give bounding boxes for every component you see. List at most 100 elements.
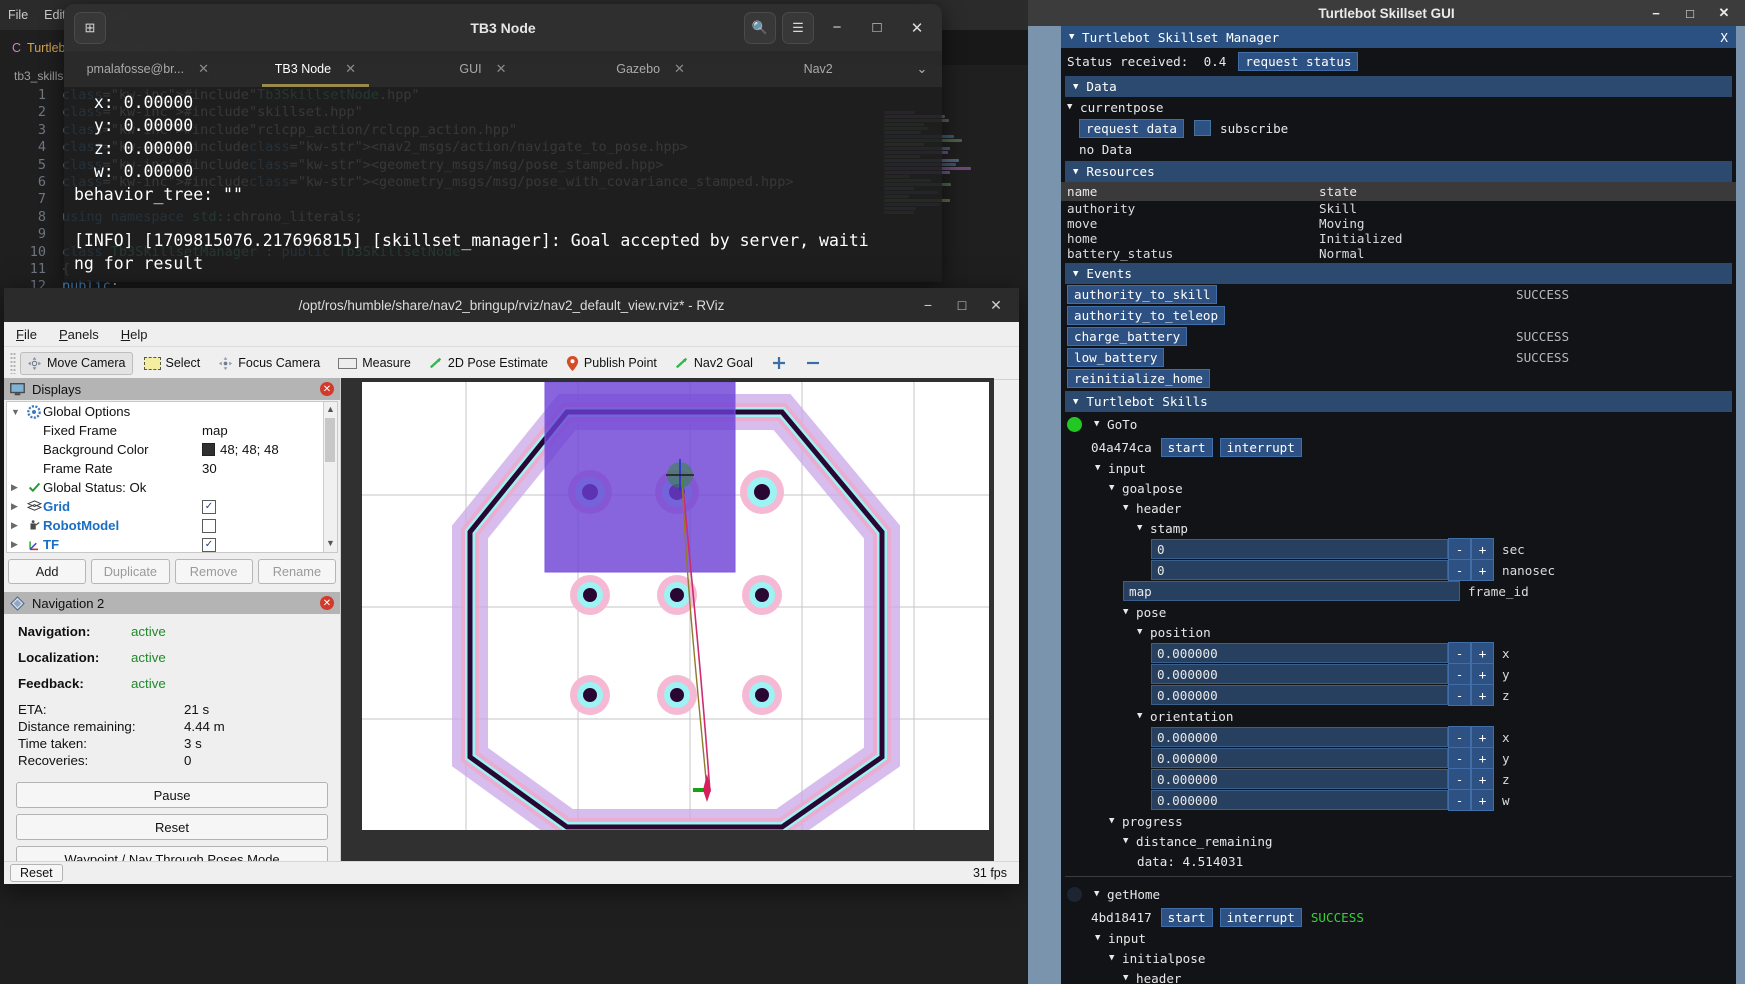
skill-header[interactable]: ▼ getHome (1061, 882, 1736, 906)
header-node[interactable]: ▼ header (1061, 498, 1736, 518)
chevron-down-icon[interactable]: ▼ (1109, 483, 1114, 493)
chevron-down-icon[interactable]: ▼ (1123, 973, 1128, 983)
displays-scrollbar[interactable]: ▲ ▼ (323, 402, 337, 552)
section-events-header[interactable]: ▼ Events (1065, 263, 1732, 284)
skillset-minimize-button[interactable]: − (1639, 0, 1673, 26)
displays-row-5[interactable]: ▶ Grid ✓ (7, 497, 337, 516)
rviz-menu-help[interactable]: Help (121, 327, 148, 342)
chevron-down-icon[interactable]: ▼ (1094, 419, 1099, 429)
displays-row-2[interactable]: Background Color 48; 48; 48 (7, 440, 337, 459)
displays-row-0[interactable]: ▼ Global Options (7, 402, 337, 421)
rviz-3d-view[interactable] (341, 378, 994, 862)
row-value-cell[interactable] (202, 519, 337, 533)
decrement-button[interactable]: - (1448, 726, 1471, 748)
tool-publish-point[interactable]: Publish Point (559, 352, 664, 375)
displays-row-4[interactable]: ▶ Global Status: Ok (7, 478, 337, 497)
decrement-button[interactable]: - (1448, 538, 1471, 560)
skillset-close-button[interactable]: ✕ (1707, 0, 1741, 26)
tool-add[interactable] (764, 351, 794, 375)
chevron-down-icon[interactable]: ▼ (1067, 102, 1072, 112)
chevron-down-icon[interactable]: ▼ (1095, 463, 1100, 473)
skillset-manager-header[interactable]: ▼ Turtlebot Skillset Manager X (1061, 26, 1736, 48)
terminal-tab-2[interactable]: GUI ✕ (399, 51, 567, 87)
decrement-button[interactable]: - (1448, 642, 1471, 664)
chevron-down-icon[interactable]: ▼ (1073, 167, 1078, 177)
chevron-down-icon[interactable]: ▼ (1123, 503, 1128, 513)
rviz-maximize-button[interactable]: □ (945, 288, 979, 322)
position-node[interactable]: ▼ position (1061, 622, 1736, 642)
map-canvas[interactable] (362, 382, 989, 830)
terminal-output[interactable]: x: 0.00000 y: 0.00000 z: 0.00000 w: 0.00… (64, 87, 942, 275)
event-button[interactable]: authority_to_skill (1067, 285, 1217, 304)
new-tab-icon[interactable]: ⊞ (74, 12, 106, 44)
skill-interrupt-button[interactable]: interrupt (1220, 438, 1302, 457)
decrement-button[interactable]: - (1448, 559, 1471, 581)
chevron-down-icon[interactable]: ▼ (1069, 32, 1074, 42)
chevron-down-icon[interactable]: ▼ (1123, 836, 1128, 846)
tool-focus-camera[interactable]: Focus Camera (211, 352, 327, 375)
field-input[interactable]: 0 (1151, 539, 1448, 559)
chevron-down-icon[interactable]: ▼ (1094, 889, 1099, 899)
tool-select[interactable]: Select (137, 352, 208, 374)
orientation-node[interactable]: ▼ orientation (1061, 706, 1736, 726)
expand-arrow-icon[interactable]: ▶ (11, 539, 25, 550)
field-input[interactable]: 0.000000 (1151, 664, 1448, 684)
decrement-button[interactable]: - (1448, 768, 1471, 790)
increment-button[interactable]: + (1471, 663, 1494, 685)
field-input[interactable]: 0.000000 (1151, 643, 1448, 663)
close-icon[interactable]: ✕ (674, 61, 685, 77)
input-node[interactable]: ▼ input (1061, 458, 1736, 478)
displays-row-6[interactable]: ▶ RobotModel (7, 516, 337, 535)
chevron-down-icon[interactable]: ▼ (1123, 607, 1128, 617)
increment-button[interactable]: + (1471, 789, 1494, 811)
expand-arrow-icon[interactable]: ▶ (11, 501, 25, 512)
field-input[interactable]: 0.000000 (1151, 790, 1448, 810)
expand-arrow-icon[interactable]: ▶ (11, 520, 25, 531)
tool-measure[interactable]: Measure (331, 352, 418, 374)
increment-button[interactable]: + (1471, 768, 1494, 790)
displays-row-7[interactable]: ▶ TF ✓ (7, 535, 337, 553)
request-data-button[interactable]: request data (1079, 119, 1184, 138)
chevron-down-icon[interactable]: ▼ (1095, 933, 1100, 943)
header-node[interactable]: ▼ header (1061, 968, 1736, 984)
row-value-cell[interactable]: ✓ (202, 538, 337, 552)
terminal-tab-0[interactable]: pmalafosse@br... ✕ (64, 51, 232, 87)
close-icon[interactable]: ✕ (198, 61, 209, 77)
skillset-maximize-button[interactable]: □ (1673, 0, 1707, 26)
subscribe-checkbox[interactable] (1194, 120, 1211, 136)
tool-remove[interactable] (798, 351, 828, 375)
scroll-up-icon[interactable]: ▲ (326, 404, 335, 416)
event-button[interactable]: reinitialize_home (1067, 369, 1210, 388)
increment-button[interactable]: + (1471, 642, 1494, 664)
decrement-button[interactable]: - (1448, 747, 1471, 769)
field-input[interactable]: 0.000000 (1151, 769, 1448, 789)
rviz-menu-panels[interactable]: Panels (59, 327, 99, 342)
stamp-node[interactable]: ▼ stamp (1061, 518, 1736, 538)
field-input[interactable]: 0.000000 (1151, 685, 1448, 705)
skill-start-button[interactable]: start (1161, 908, 1213, 927)
terminal-tab-overflow[interactable]: ⌄ (902, 51, 942, 87)
reset-button[interactable]: Reset (10, 864, 63, 882)
close-icon[interactable]: X (1720, 30, 1728, 45)
chevron-down-icon[interactable]: ▼ (1109, 953, 1114, 963)
menu-file[interactable]: File (0, 8, 36, 22)
add-button[interactable]: Add (8, 559, 86, 584)
terminal-tab-3[interactable]: Gazebo ✕ (567, 51, 735, 87)
section-data-header[interactable]: ▼ Data (1065, 76, 1732, 97)
decrement-button[interactable]: - (1448, 684, 1471, 706)
chevron-down-icon[interactable]: ▼ (1137, 523, 1142, 533)
row-value-cell[interactable]: 48; 48; 48 (202, 442, 337, 457)
increment-button[interactable]: + (1471, 726, 1494, 748)
event-button[interactable]: authority_to_teleop (1067, 306, 1225, 325)
chevron-down-icon[interactable]: ▼ (1073, 269, 1078, 279)
nav2-pause-button[interactable]: Pause (16, 782, 328, 808)
displays-row-3[interactable]: Frame Rate 30 (7, 459, 337, 478)
chevron-down-icon[interactable]: ▼ (1073, 397, 1078, 407)
decrement-button[interactable]: - (1448, 663, 1471, 685)
rviz-menu-file[interactable]: File (16, 327, 37, 342)
displays-row-1[interactable]: Fixed Frame map (7, 421, 337, 440)
terminal-maximize-button[interactable]: □ (860, 13, 894, 43)
group-node[interactable]: ▼ initialpose (1061, 948, 1736, 968)
increment-button[interactable]: + (1471, 684, 1494, 706)
visibility-checkbox[interactable]: ✓ (202, 500, 216, 514)
